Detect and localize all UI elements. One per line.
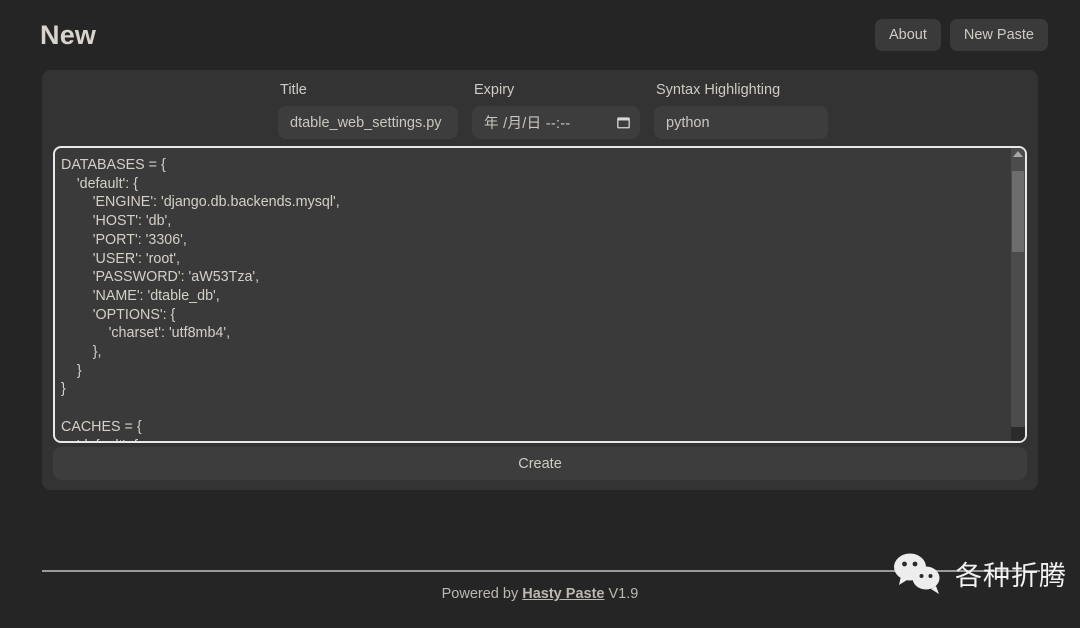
paste-editor[interactable]: DATABASES = { 'default': { 'ENGINE': 'dj…: [53, 146, 1027, 443]
footer-prefix: Powered by: [441, 586, 519, 602]
paste-content-text[interactable]: DATABASES = { 'default': { 'ENGINE': 'dj…: [55, 148, 1013, 441]
hasty-paste-link[interactable]: Hasty Paste: [522, 586, 604, 602]
page-title: New: [40, 19, 97, 50]
calendar-icon[interactable]: [617, 116, 630, 129]
watermark-text: 各种折腾: [955, 560, 1067, 592]
expiry-label: Expiry: [474, 82, 515, 98]
expiry-value: 年 /月/日 --:--: [484, 116, 571, 132]
title-input[interactable]: [278, 106, 458, 139]
nav-new-paste-button[interactable]: New Paste: [949, 18, 1048, 52]
title-label: Title: [280, 82, 307, 98]
editor-scrollbar[interactable]: [1011, 148, 1025, 441]
wechat-icon: [893, 551, 945, 595]
watermark: 各种折腾: [893, 551, 1067, 595]
footer-version: V1.9: [608, 586, 639, 602]
create-button[interactable]: Create: [53, 447, 1027, 480]
nav-about-button[interactable]: About: [874, 18, 941, 52]
field-syntax-highlighting: Syntax Highlighting: [654, 82, 828, 139]
scrollbar-thumb[interactable]: [1012, 171, 1024, 252]
page-root: New About New Paste Title Expiry 年 /月/日 …: [0, 0, 1080, 628]
form-fields-row: Title Expiry 年 /月/日 --:-- Syntax Highli: [278, 82, 828, 139]
syntax-input[interactable]: [654, 106, 828, 139]
scroll-up-arrow-icon[interactable]: [1013, 151, 1023, 157]
expiry-datetime-input[interactable]: 年 /月/日 --:--: [472, 106, 640, 139]
app-header: New About New Paste: [0, 0, 1080, 70]
paste-form-card: Title Expiry 年 /月/日 --:-- Syntax Highli: [42, 70, 1038, 490]
syntax-label: Syntax Highlighting: [656, 82, 781, 98]
field-title: Title: [278, 82, 458, 139]
field-expiry: Expiry 年 /月/日 --:--: [472, 82, 640, 139]
header-nav: About New Paste: [874, 18, 1048, 52]
footer-divider: [42, 570, 1040, 572]
scrollbar-corner: [1011, 427, 1025, 441]
scrollbar-track[interactable]: [1011, 160, 1025, 429]
